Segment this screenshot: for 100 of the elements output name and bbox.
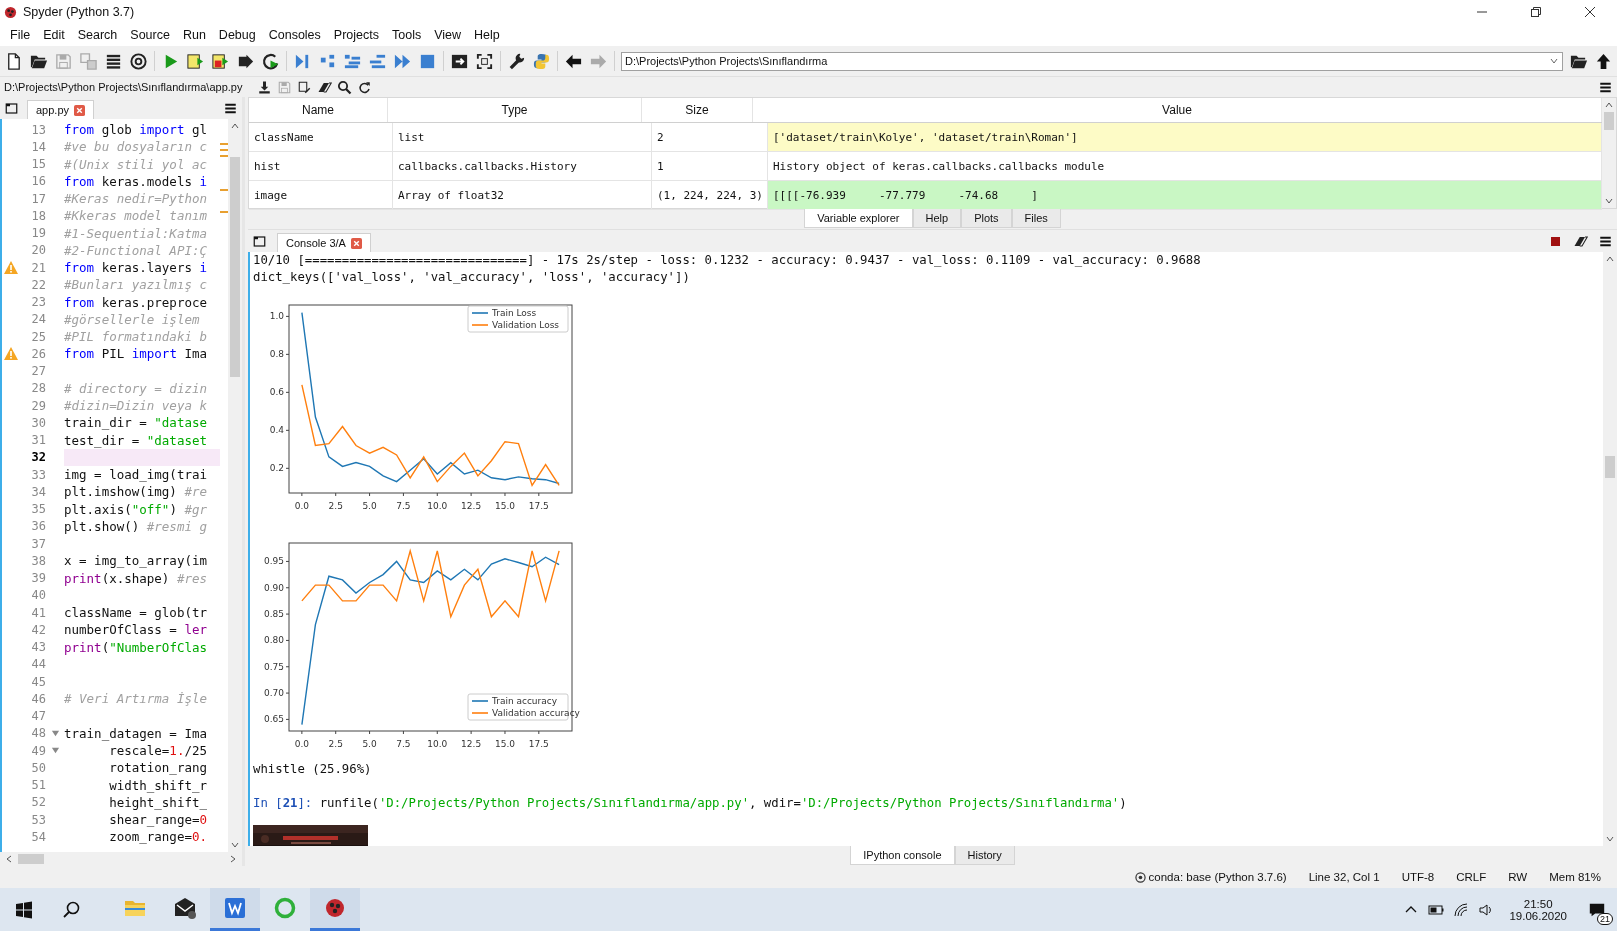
import-data-icon[interactable] <box>257 79 273 95</box>
pane-tab[interactable]: Help <box>912 209 962 228</box>
fullscreen-icon[interactable] <box>475 51 494 71</box>
code-line: from PIL import Ima <box>64 346 207 362</box>
code-line: plt.show() #resmi g <box>64 518 207 534</box>
x-tick-label: 15.0 <box>494 501 516 511</box>
code-line: print("NumberOfClas <box>64 639 207 655</box>
eraser-icon[interactable] <box>1573 234 1588 249</box>
menu-item[interactable]: Debug <box>212 28 262 42</box>
vertical-scrollbar[interactable] <box>1602 98 1616 208</box>
pane-tab[interactable]: Variable explorer <box>804 209 913 228</box>
line-number: 49 <box>30 743 46 758</box>
path-field[interactable]: D:\Projects\Python Projects\Sınıflandırma <box>621 51 1563 71</box>
scroll-up-icon[interactable] <box>1605 254 1615 264</box>
eraser-icon[interactable] <box>317 79 333 95</box>
column-header[interactable]: Type <box>388 98 642 122</box>
y-tick-label: 0.6 <box>269 387 285 398</box>
scroll-left-icon[interactable] <box>4 854 14 864</box>
table-cell: className <box>249 123 393 151</box>
line-number: 22 <box>30 277 46 292</box>
scroll-down-icon[interactable] <box>1604 196 1614 206</box>
rerun-icon[interactable] <box>261 51 280 71</box>
code-line: plt.imshow(img) #re <box>64 484 207 500</box>
line-number: 50 <box>30 760 46 775</box>
wrench-icon[interactable] <box>507 51 526 71</box>
code-line: className = glob(tr <box>64 605 207 621</box>
pane-tab[interactable]: Plots <box>961 209 1012 228</box>
console-output: dict_keys(['val_loss', 'val_accuracy', 'loss', 'accuracy']) <box>253 268 690 285</box>
legend-label: Validation accuracy <box>492 708 580 718</box>
column-header[interactable]: Name <box>249 98 388 122</box>
column-header[interactable]: Size <box>642 98 753 122</box>
code-line: test_dir = "dataset <box>64 432 207 448</box>
code-line: img = load_img(trai <box>64 467 207 483</box>
start-icon[interactable] <box>14 899 34 920</box>
line-number: 36 <box>30 519 46 534</box>
scroll-thumb[interactable] <box>18 854 44 864</box>
up-arrow-icon[interactable] <box>1594 51 1613 71</box>
code-line: train_dir = "datase <box>64 415 207 431</box>
menu-icon[interactable] <box>223 101 238 116</box>
code-line: zoom_range=0. <box>108 829 207 845</box>
console-tab[interactable]: Console 3/A <box>277 233 371 252</box>
table-cell: callbacks.callbacks.History <box>393 152 652 180</box>
scroll-thumb[interactable] <box>230 157 240 377</box>
save-as-icon[interactable] <box>297 79 313 95</box>
menu-item[interactable]: Projects <box>327 28 385 42</box>
menu-item[interactable]: Consoles <box>262 28 327 42</box>
run-cell-icon[interactable] <box>186 51 205 71</box>
y-tick: 0.8 <box>269 349 290 360</box>
x-tick-label: 17.5 <box>528 739 549 749</box>
scroll-thumb[interactable] <box>1604 112 1614 130</box>
menu-item[interactable]: Run <box>176 28 212 42</box>
pane-tab[interactable]: Files <box>1011 209 1061 228</box>
code-line: #2-Functional API:Ç <box>64 242 207 258</box>
menu-item[interactable]: File <box>4 28 37 42</box>
scroll-right-icon[interactable] <box>228 854 238 864</box>
menu-item[interactable]: Search <box>71 28 124 42</box>
code-line: plt.axis("off") #gr <box>64 501 207 517</box>
x-tick-label: 17.5 <box>528 501 549 511</box>
close-icon[interactable] <box>1584 6 1596 18</box>
app-icon <box>323 896 347 920</box>
editor-tab[interactable]: app.py <box>27 100 95 119</box>
wifi-icon[interactable] <box>1453 901 1470 918</box>
pane-tab[interactable]: History <box>954 846 1015 865</box>
refresh-icon[interactable] <box>357 79 373 95</box>
menu-item[interactable]: Source <box>124 28 176 42</box>
interlocked-shapes-icon[interactable] <box>532 51 551 71</box>
scroll-up-icon[interactable] <box>230 121 240 131</box>
line-number: 54 <box>30 829 46 844</box>
x-tick-label: 7.5 <box>396 501 411 511</box>
scroll-down-icon[interactable] <box>1605 834 1615 844</box>
stop-icon[interactable] <box>1548 234 1563 249</box>
code-line: rescale=1./25 <box>108 743 207 759</box>
notification-button[interactable]: 21 <box>1577 888 1617 931</box>
search-icon[interactable] <box>62 899 82 920</box>
menu-icon[interactable] <box>1598 234 1613 249</box>
browse-tabs-icon[interactable] <box>252 234 267 249</box>
x-tick-label: 5.0 <box>362 501 377 511</box>
clock[interactable]: 21:50 19.06.2020 <box>1509 897 1567 922</box>
scroll-thumb[interactable] <box>1605 456 1615 478</box>
x-tick-label: 12.5 <box>461 501 482 511</box>
code-line: #1-Sequential:Katma <box>64 225 207 241</box>
scroll-down-icon[interactable] <box>230 840 240 850</box>
y-tick-label: 0.4 <box>269 425 285 436</box>
y-tick: 0.2 <box>269 463 290 474</box>
menu-item[interactable]: Help <box>468 28 506 42</box>
menu-item[interactable]: View <box>428 28 468 42</box>
code-line: # directory = dizin <box>64 380 207 396</box>
browse-tabs-icon[interactable] <box>4 101 19 116</box>
scroll-up-icon[interactable] <box>1604 100 1614 110</box>
dropdown-caret-icon[interactable] <box>1549 56 1559 66</box>
env-icon <box>1134 871 1146 883</box>
menu-item[interactable]: Edit <box>37 28 71 42</box>
menu-item[interactable]: Tools <box>386 28 428 42</box>
run-cell-advance-icon[interactable] <box>211 51 230 71</box>
taskbar-app[interactable] <box>310 888 360 931</box>
y-tick-label: 0.70 <box>263 688 285 699</box>
pane-tab[interactable]: IPython console <box>850 846 955 865</box>
file-path: D:\Projects\Python Projects\Sınıflandırma\app.py <box>4 81 243 93</box>
search-icon[interactable] <box>337 79 353 95</box>
restore-icon[interactable] <box>1530 6 1542 18</box>
